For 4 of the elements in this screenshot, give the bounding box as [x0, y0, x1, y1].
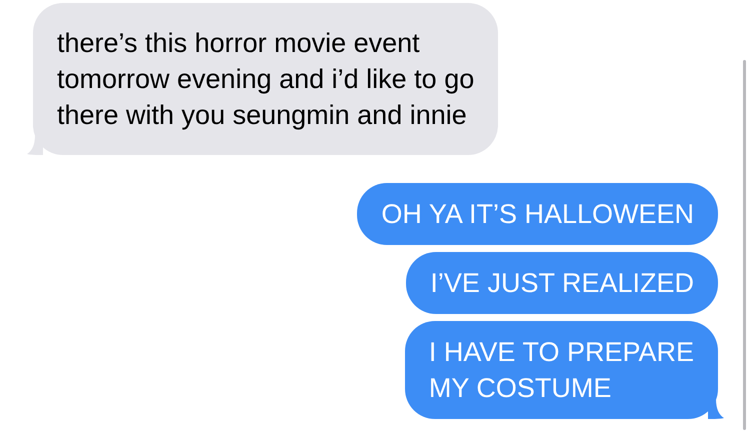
sent-message-bubble: I HAVE TO PREPARE MY COSTUME — [404, 321, 718, 419]
sent-message-bubble: I’VE JUST REALIZED — [406, 252, 718, 314]
received-message-bubble: there’s this horror movie event tomorrow evening and i’d like to go there with you seungmin and innie — [33, 3, 498, 155]
sent-message-bubble: OH YA IT’S HALLOWEEN — [357, 183, 718, 245]
